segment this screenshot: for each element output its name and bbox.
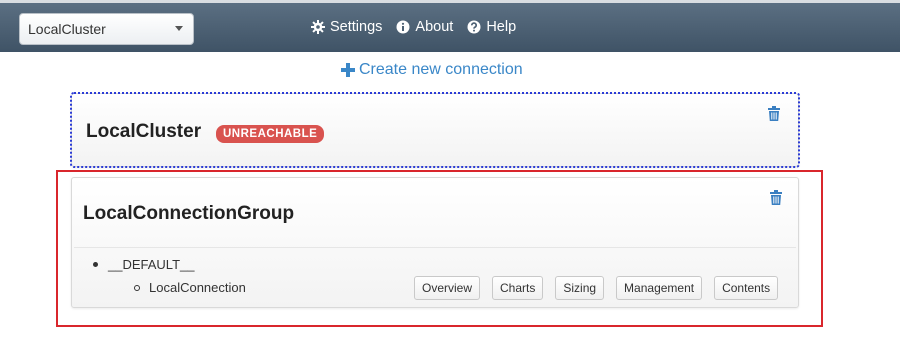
cluster-select-value: LocalCluster [28, 21, 106, 37]
cluster-title: LocalCluster [86, 121, 202, 142]
settings-label: Settings [330, 19, 383, 35]
trash-icon[interactable] [768, 106, 780, 121]
info-icon [396, 20, 410, 34]
about-label: About [415, 19, 454, 35]
cluster-select[interactable]: LocalCluster [19, 13, 194, 45]
top-navbar: LocalCluster Settings About Help [0, 0, 900, 52]
help-icon [467, 20, 481, 34]
create-connection-link[interactable]: Create new connection [341, 61, 523, 79]
help-label: Help [486, 19, 517, 35]
settings-link[interactable]: Settings [311, 19, 382, 35]
cluster-card-localcluster: LocalCluster UNREACHABLE [70, 92, 800, 168]
gear-icon [311, 20, 325, 34]
create-connection-label: Create new connection [359, 61, 523, 78]
chevron-down-icon [175, 26, 183, 31]
help-link[interactable]: Help [467, 19, 516, 35]
about-link[interactable]: About [396, 19, 453, 35]
status-badge: UNREACHABLE [216, 125, 325, 143]
highlight-box [56, 170, 823, 327]
plus-icon [341, 63, 355, 77]
nav-links: Settings About Help [311, 19, 516, 35]
